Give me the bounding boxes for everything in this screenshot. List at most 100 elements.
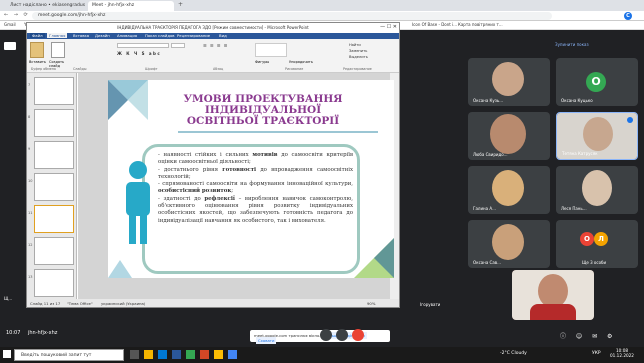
leave-call-button[interactable] [352, 329, 364, 341]
ppt-status-bar: Слайд 11 из 17 "Тема Office" украинский … [27, 299, 399, 307]
windows-start-icon[interactable] [3, 350, 11, 358]
bullet-reflection: - здатності до рефлексії – вироблення на… [158, 195, 353, 224]
taskbar-app-icons[interactable] [130, 350, 250, 359]
bookmark-map[interactable]: Карта повітряних т... [458, 22, 503, 27]
status-slide-count: Слайд 11 из 17 [30, 301, 61, 306]
tab-insert[interactable]: Вставка [73, 33, 89, 38]
tab-slideshow[interactable]: Показ слайдов [145, 33, 175, 38]
more-avatar-o: О [580, 232, 594, 246]
profile-avatar[interactable]: C [624, 12, 632, 20]
thumb-slide-11[interactable] [34, 205, 74, 233]
thumb-slide-13[interactable] [34, 269, 74, 297]
clock-date: 01.12.2022 [610, 353, 634, 358]
url-field[interactable]: meet.google.com/jhn-hfjx-xhz [32, 12, 552, 20]
bookmark-gmail[interactable]: Gmail [4, 22, 16, 27]
person-icon [126, 161, 150, 244]
tab-review[interactable]: Рецензирование [177, 33, 210, 38]
bullet-motives: - наявності стійких і сильних мотивів до… [158, 152, 354, 166]
group-font: Шрифт [145, 67, 158, 71]
thumb-number: 12 [28, 243, 33, 247]
tab-home[interactable]: Главная [47, 33, 68, 38]
shared-tile-name: Щ... [4, 296, 13, 301]
window-close-icon[interactable]: — ☐ ✕ [380, 24, 397, 30]
replace-button[interactable]: Заменить [349, 49, 367, 53]
thumb-slide-9[interactable] [34, 141, 74, 169]
present-icon[interactable] [4, 42, 16, 50]
zoom-level[interactable]: 90% [367, 301, 375, 306]
font-size-field[interactable] [171, 43, 185, 48]
weather-widget[interactable]: -2°C Cloudy [500, 351, 527, 356]
participant-tile[interactable]: О Оксана Куцько [556, 58, 638, 106]
group-slides: Слайды [73, 67, 87, 71]
paragraph-buttons[interactable]: ☰ ☰ ☰ ☰ [203, 43, 228, 48]
self-view-body [530, 304, 576, 320]
nav-buttons-icon[interactable]: ← → ⟳ [4, 12, 30, 18]
thumb-slide-7[interactable] [34, 77, 74, 105]
thumb-number: 11 [28, 211, 33, 215]
tab-label: Meet - jhn-hfjx-xhz [92, 3, 135, 8]
slide-title: УМОВИ ПРОЕКТУВАННЯ ІНДИВІДУАЛЬНОЇ ОСВІТН… [183, 93, 343, 127]
self-view-face [538, 274, 568, 308]
status-language: украинский (Украина) [101, 301, 146, 306]
participant-tile[interactable]: Оксана Кузь... [468, 58, 550, 106]
bullet-culture: - спрямованості самоосвіти на формування… [158, 181, 353, 195]
camera-button[interactable] [336, 329, 348, 341]
group-editing: Редактирование [343, 67, 372, 71]
arrange-label: Упорядочить [289, 60, 313, 64]
tab-animation[interactable]: Анимация [117, 33, 137, 38]
participant-avatar: О [586, 72, 606, 92]
participant-name: Леся Пань... [561, 206, 587, 211]
slide-body: - наявності стійких і сильних мотивів до… [158, 152, 353, 225]
bookmark-base[interactable]: Icon Of Base - Dont i... [412, 22, 457, 27]
participant-tile-speaking[interactable]: Тетяна Катрусяк [556, 112, 638, 160]
thumb-slide-8[interactable] [34, 109, 74, 137]
participant-tile[interactable]: Леся Пань... [556, 166, 638, 214]
tab-design[interactable]: Дизайн [95, 33, 110, 38]
thumb-slide-12[interactable] [34, 237, 74, 265]
participant-video [492, 170, 524, 206]
taskbar-icons-svg [130, 350, 237, 359]
participant-video [490, 114, 526, 154]
hide-notice-button[interactable]: Сховати [256, 337, 277, 344]
tab-view[interactable]: Вид [219, 33, 227, 38]
thumb-number: 7 [28, 83, 31, 87]
stop-presenting-button[interactable]: Зупинити показ [555, 42, 589, 47]
group-paragraph: Абзац [213, 67, 224, 71]
new-tab-icon[interactable]: + [178, 1, 183, 8]
sharing-status: Ігорувати [420, 302, 441, 307]
participant-video [492, 62, 524, 96]
participant-name: Галина А... [473, 206, 496, 211]
group-clipboard: Буфер обмена [31, 67, 56, 71]
bullet-readiness: - достатнього рівня готовності до впрова… [158, 166, 353, 180]
browser-tab-0[interactable]: Лист надіслано • ekiasengradus [6, 1, 86, 11]
new-slide-icon[interactable] [51, 42, 65, 58]
mic-button[interactable] [320, 329, 332, 341]
participant-tile[interactable]: Люба Свиридо... [468, 112, 550, 160]
participant-video [492, 224, 524, 260]
font-name-field[interactable] [117, 43, 169, 48]
participant-name: Тетяна Катрусяк [562, 151, 598, 156]
meet-side-icons[interactable]: ⓘ ☺ ✉ ⚙ [560, 331, 616, 340]
tab-file[interactable]: Файл [30, 33, 45, 38]
meeting-time: 10:07 [6, 330, 21, 336]
thumb-slide-10[interactable] [34, 173, 74, 201]
participant-tile[interactable]: Оксана Сав... [468, 220, 550, 268]
browser-tab-meet[interactable]: Meet - jhn-hfjx-xhz [88, 1, 174, 11]
ribbon: Вставить Создать слайд Ж К Ч S abc ☰ ☰ ☰… [27, 39, 399, 73]
shapes-gallery[interactable] [255, 43, 287, 57]
select-button[interactable]: Выделить [349, 55, 368, 59]
participant-tile-more[interactable]: О Л Ще 3 особи [556, 220, 638, 268]
paste-label: Вставить [29, 60, 46, 64]
paste-icon[interactable] [30, 42, 44, 58]
language-indicator[interactable]: УКР [592, 351, 601, 356]
tab-label: Лист надіслано • ekiasengradus [10, 3, 86, 8]
font-format-buttons[interactable]: Ж К Ч S abc [117, 51, 161, 56]
thumb-number: 13 [28, 275, 33, 279]
clock[interactable]: 10:08 01.12.2022 [610, 348, 634, 358]
find-button[interactable]: Найти [349, 43, 361, 47]
self-view-tile[interactable] [512, 270, 594, 320]
taskbar-search[interactable]: Введіть пошуковий запит тут [14, 349, 124, 361]
slide-canvas: УМОВИ ПРОЕКТУВАННЯ ІНДИВІДУАЛЬНОЇ ОСВІТН… [108, 80, 394, 278]
ppt-title-bar: ІНДИВІДУАЛЬНА ТРАЄКТОРІЯ ПЕДАГОГА ЗДО [Р… [27, 23, 399, 33]
participant-tile[interactable]: Галина А... [468, 166, 550, 214]
